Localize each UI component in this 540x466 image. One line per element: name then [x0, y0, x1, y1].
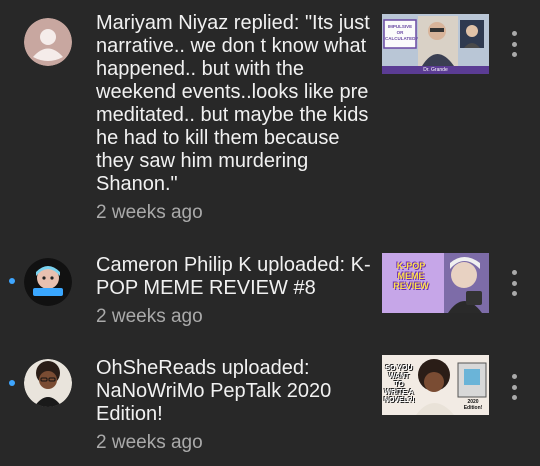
- video-thumbnail[interactable]: K-POP MEME REVIEW: [382, 253, 489, 313]
- thumbnail-caption: IMPULSIVE OR CALCULATED?: [385, 24, 419, 41]
- notification-text-block[interactable]: OhSheReads uploaded: NaNoWriMo PepTalk 2…: [96, 357, 371, 454]
- more-vert-icon: [511, 31, 517, 36]
- more-vert-icon-dot: [511, 384, 517, 390]
- notification-time: 2 weeks ago: [96, 202, 203, 223]
- notification-text: OhSheReads uploaded: NaNoWriMo PepTalk 2…: [96, 357, 332, 425]
- thumbnail-caption-secondary: 2020 Edition!: [463, 399, 483, 411]
- notification-text-block[interactable]: Cameron Philip K uploaded: K-POP MEME RE…: [96, 254, 371, 328]
- unread-indicator: [9, 380, 15, 386]
- channel-avatar-cameron-icon: [24, 258, 72, 306]
- thumbnail-caption: SO YOU WANT TO WRITE A NOVEL?!: [384, 365, 415, 404]
- more-vert-icon-dot: [511, 52, 517, 57]
- thumbnail-graphic: [382, 14, 489, 74]
- video-thumbnail[interactable]: IMPULSIVE OR CALCULATED? Dr. Grande: [382, 14, 489, 74]
- more-vert-icon-dot: [511, 41, 517, 47]
- avatar[interactable]: [24, 18, 72, 66]
- more-vert-icon-dot: [511, 395, 517, 400]
- thumbnail-caption: K-POP MEME REVIEW: [393, 261, 429, 291]
- notification-text-block[interactable]: Mariyam Niyaz replied: "Its just narrati…: [96, 12, 371, 224]
- notification-time: 2 weeks ago: [96, 306, 203, 327]
- more-options-button[interactable]: [508, 270, 520, 296]
- thumbnail-caption-secondary: Dr. Grande: [423, 67, 448, 73]
- more-vert-icon: [511, 270, 517, 275]
- more-options-button[interactable]: [508, 374, 520, 400]
- notification-time: 2 weeks ago: [96, 432, 203, 453]
- channel-avatar-ohshereads-icon: [24, 359, 72, 407]
- unread-indicator: [9, 278, 15, 284]
- notification-text: Cameron Philip K uploaded: K-POP MEME RE…: [96, 254, 371, 299]
- more-vert-icon: [511, 374, 517, 379]
- more-vert-icon-dot: [511, 280, 517, 286]
- notification-text: Mariyam Niyaz replied: "Its just narrati…: [96, 12, 370, 195]
- avatar[interactable]: [24, 359, 72, 407]
- video-thumbnail[interactable]: SO YOU WANT TO WRITE A NOVEL?! 2020 Edit…: [382, 355, 489, 415]
- default-user-avatar-icon: [24, 18, 72, 66]
- avatar[interactable]: [24, 258, 72, 306]
- more-vert-icon-dot: [511, 291, 517, 296]
- more-options-button[interactable]: [508, 31, 520, 57]
